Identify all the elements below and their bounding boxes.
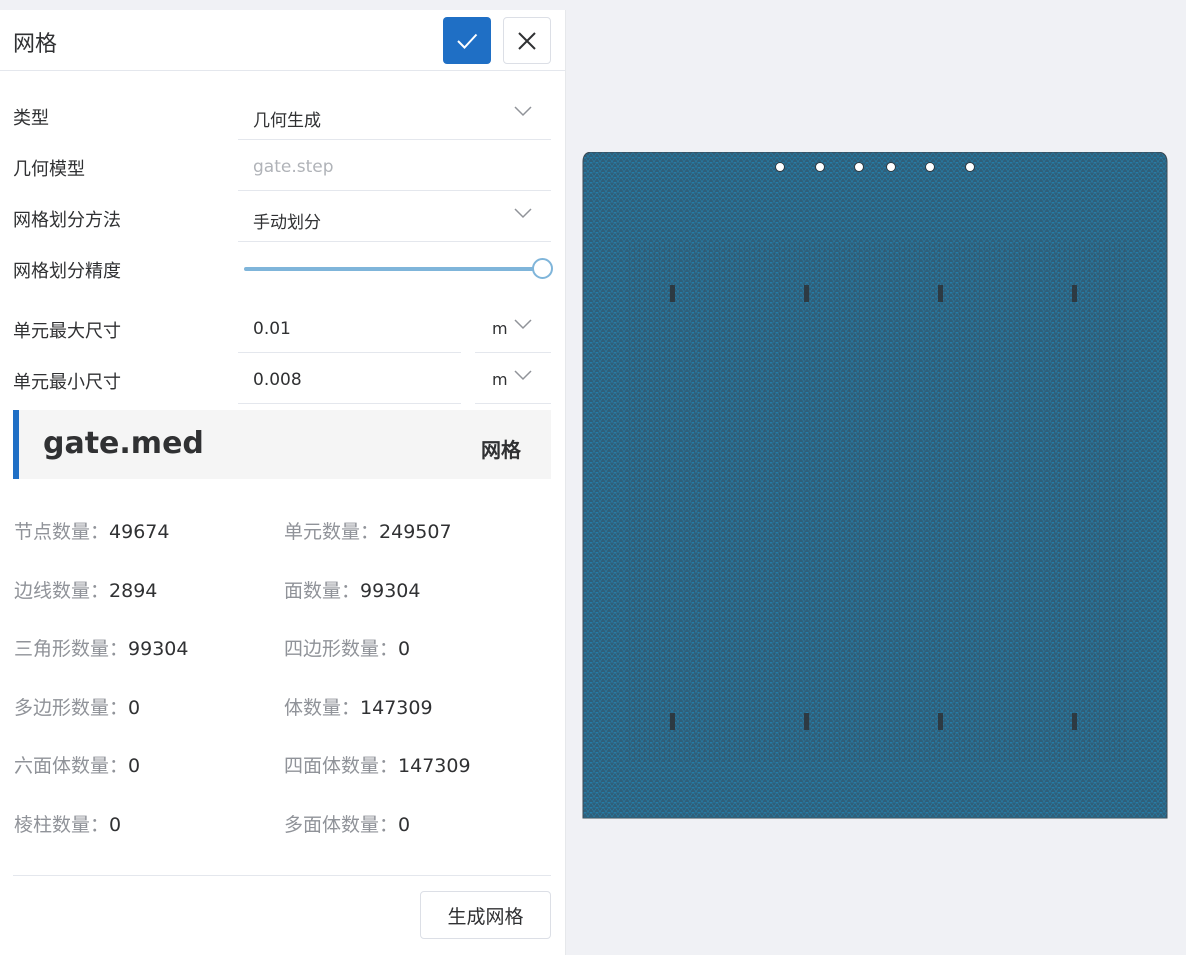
mesh-file-card[interactable]: gate.med 网格 <box>13 410 551 479</box>
confirm-button[interactable] <box>443 17 491 64</box>
precision-slider-thumb[interactable] <box>532 258 553 279</box>
check-icon <box>457 33 478 49</box>
stat-label: 四边形数量： <box>284 638 399 660</box>
stat-edges: 边线数量：2894 <box>14 576 157 603</box>
form-row-geometry: 几何模型 gate.step <box>0 140 566 191</box>
stat-value: 99304 <box>128 638 189 660</box>
close-icon <box>518 31 536 50</box>
stat-hexahedra: 六面体数量：0 <box>14 751 140 778</box>
stat-value: 0 <box>398 638 411 660</box>
stat-value: 249507 <box>379 521 452 543</box>
max-size-value: 0.01 <box>253 319 291 339</box>
chevron-down-icon <box>514 208 532 219</box>
chevron-down-icon <box>514 370 532 381</box>
stat-label: 棱柱数量： <box>14 814 110 836</box>
mesh-viewport[interactable] <box>582 151 1168 819</box>
geometry-label: 几何模型 <box>13 159 85 180</box>
max-size-label: 单元最大尺寸 <box>13 321 121 342</box>
stat-tetrahedra: 四面体数量：147309 <box>284 751 471 778</box>
stat-label: 面数量： <box>284 580 361 602</box>
mesh-file-name: gate.med <box>43 426 204 461</box>
stat-value: 99304 <box>360 580 421 602</box>
stat-value: 0 <box>128 697 141 719</box>
close-button[interactable] <box>503 17 551 64</box>
min-size-unit: m <box>492 370 508 389</box>
stat-value: 0 <box>398 814 411 836</box>
stat-quads: 四边形数量：0 <box>284 634 410 661</box>
stat-polygons: 多边形数量：0 <box>14 693 140 720</box>
min-size-label: 单元最小尺寸 <box>13 372 121 393</box>
mesh-inner-region <box>627 242 1127 762</box>
panel-header: 网格 <box>0 10 565 71</box>
stat-label: 四面体数量： <box>284 755 399 777</box>
mesh-panel: 网格 类型 几何生成 几何模型 gate.step 网格划分方法 手动划分 网格… <box>0 10 566 955</box>
stat-label: 三角形数量： <box>14 638 129 660</box>
mesh-preview <box>582 151 1168 819</box>
form-row-method: 网格划分方法 手动划分 <box>0 191 566 242</box>
stat-faces: 面数量：99304 <box>284 576 420 603</box>
min-size-unit-select[interactable]: m <box>475 353 551 404</box>
stat-value: 0 <box>128 755 141 777</box>
stat-triangles: 三角形数量：99304 <box>14 634 188 661</box>
stat-polyhedra: 多面体数量：0 <box>284 810 410 837</box>
type-value: 几何生成 <box>253 111 321 131</box>
precision-label: 网格划分精度 <box>13 261 121 282</box>
form-row-precision: 网格划分精度 <box>0 242 566 293</box>
geometry-placeholder: gate.step <box>253 157 334 177</box>
method-label: 网格划分方法 <box>13 210 121 231</box>
stat-label: 多边形数量： <box>14 697 129 719</box>
max-size-input[interactable]: 0.01 <box>238 302 461 353</box>
stat-value: 49674 <box>109 521 170 543</box>
generate-mesh-button[interactable]: 生成网格 <box>420 891 551 939</box>
stat-prisms: 棱柱数量：0 <box>14 810 121 837</box>
stat-volumes: 体数量：147309 <box>284 693 433 720</box>
stat-label: 边线数量： <box>14 580 110 602</box>
form-row-min-size: 单元最小尺寸 0.008 m <box>0 353 566 404</box>
stat-value: 2894 <box>109 580 158 602</box>
method-select[interactable]: 手动划分 <box>238 191 551 242</box>
form-row-type: 类型 几何生成 <box>0 89 566 140</box>
min-size-value: 0.008 <box>253 370 302 390</box>
stat-nodes: 节点数量：49674 <box>14 517 169 544</box>
form-row-max-size: 单元最大尺寸 0.01 m <box>0 302 566 353</box>
stat-label: 体数量： <box>284 697 361 719</box>
type-label: 类型 <box>13 108 49 129</box>
max-size-unit: m <box>492 319 508 338</box>
geometry-field[interactable]: gate.step <box>238 140 551 191</box>
method-value: 手动划分 <box>253 213 321 233</box>
stat-value: 0 <box>109 814 122 836</box>
min-size-input[interactable]: 0.008 <box>238 353 461 404</box>
type-select[interactable]: 几何生成 <box>238 89 551 140</box>
stat-label: 六面体数量： <box>14 755 129 777</box>
stat-value: 147309 <box>360 697 433 719</box>
stat-label: 多面体数量： <box>284 814 399 836</box>
stat-elements: 单元数量：249507 <box>284 517 452 544</box>
stat-label: 节点数量： <box>14 521 110 543</box>
chevron-down-icon <box>514 319 532 330</box>
panel-title: 网格 <box>13 32 58 57</box>
chevron-down-icon <box>514 106 532 117</box>
stat-value: 147309 <box>398 755 471 777</box>
stat-label: 单元数量： <box>284 521 380 543</box>
max-size-unit-select[interactable]: m <box>475 302 551 353</box>
divider <box>13 875 551 876</box>
precision-slider-track[interactable] <box>244 267 542 271</box>
mesh-file-type: 网格 <box>481 438 521 462</box>
